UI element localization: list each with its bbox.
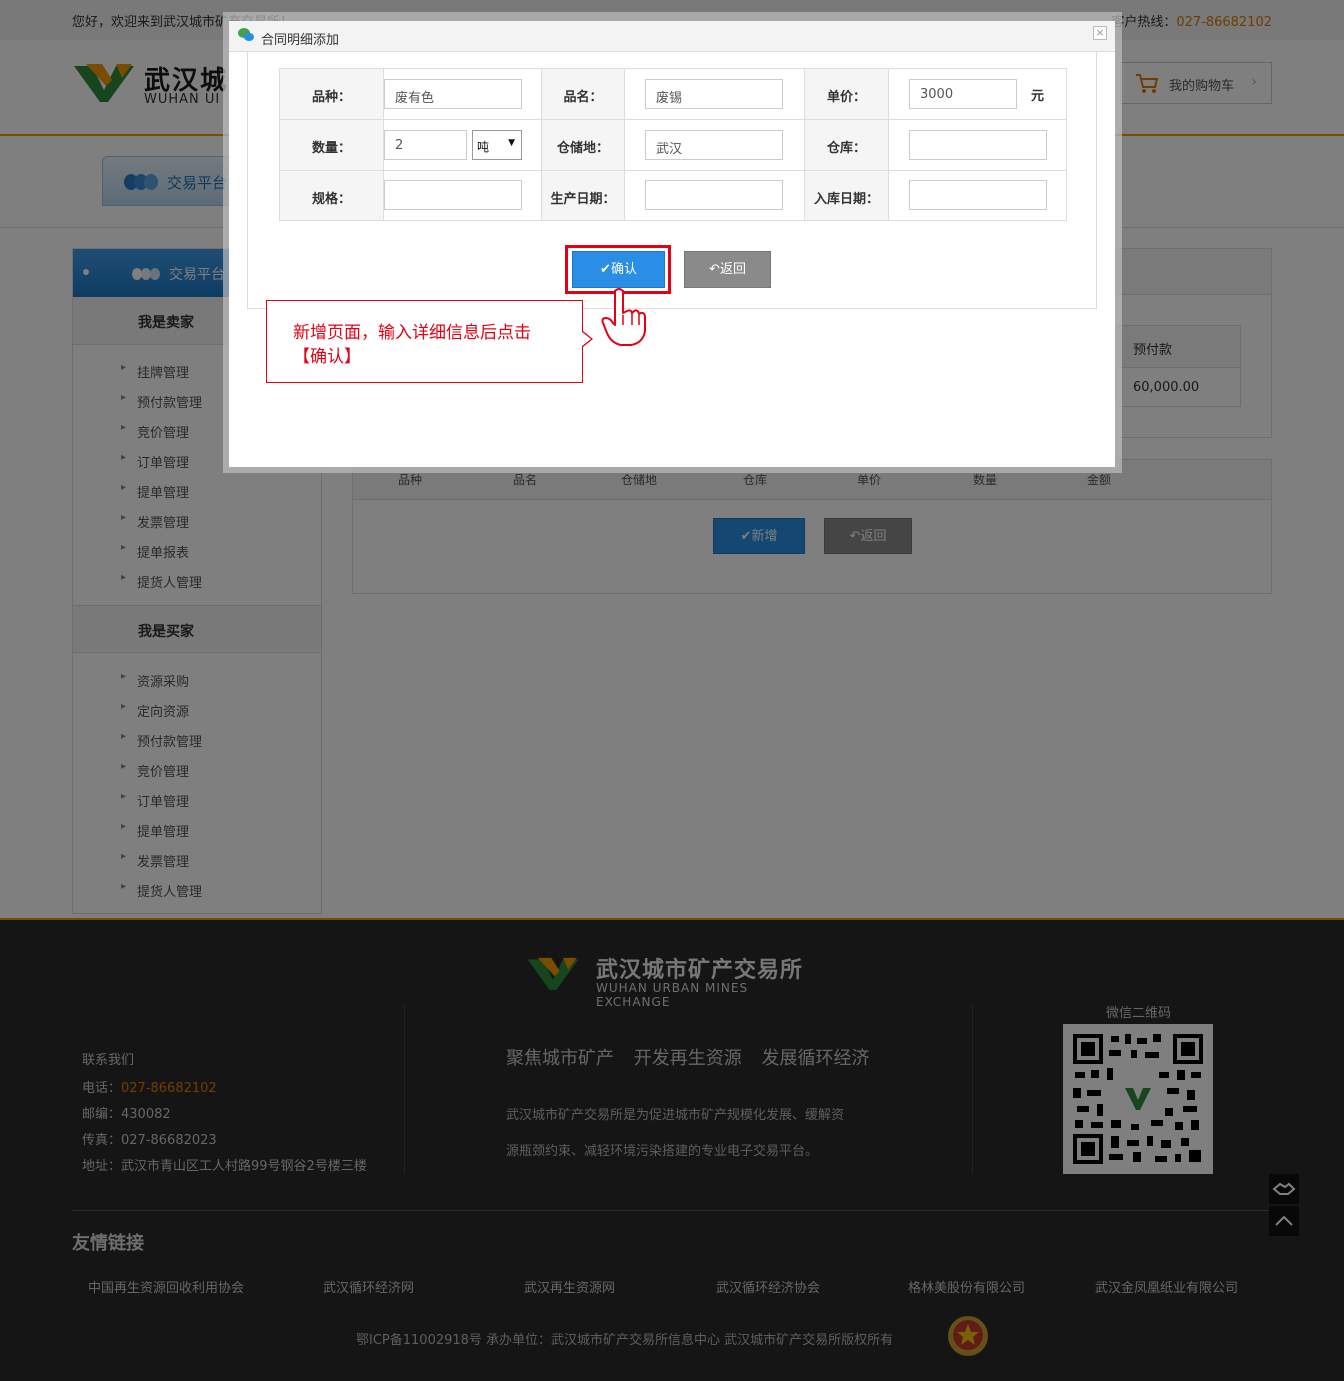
storage-place-cell: 武汉 xyxy=(625,120,805,171)
currency-unit: 元 xyxy=(1031,89,1045,104)
dialog-app-icon xyxy=(238,28,254,41)
production-date-cell xyxy=(625,171,805,220)
quantity-input[interactable]: 2 xyxy=(384,130,467,160)
warehouse-input[interactable] xyxy=(909,130,1047,160)
confirm-button[interactable]: ✔确认 xyxy=(572,251,665,288)
unit-price-cell: 3000 元 xyxy=(889,69,1066,120)
spec-label: 规格： xyxy=(280,171,384,220)
product-name-input[interactable]: 废锡 xyxy=(645,79,783,109)
unit-price-label: 单价： xyxy=(805,69,889,120)
variety-cell: 废有色 xyxy=(384,69,542,120)
unit-price-input[interactable]: 3000 xyxy=(909,79,1017,109)
close-icon[interactable]: × xyxy=(1093,26,1107,40)
quantity-cell: 2 吨 ▼ xyxy=(384,120,542,171)
dialog-title: 合同明细添加 xyxy=(261,33,340,48)
dialog-back-button-label: 返回 xyxy=(719,262,746,277)
variety-label: 品种： xyxy=(280,69,384,120)
storage-place-input[interactable]: 武汉 xyxy=(645,130,783,160)
storage-date-cell xyxy=(889,171,1066,220)
warehouse-label: 仓库： xyxy=(805,120,889,171)
storage-date-label: 入库日期： xyxy=(805,171,889,220)
unit-select[interactable]: 吨 ▼ xyxy=(472,130,522,160)
confirm-button-label: 确认 xyxy=(610,262,637,277)
spec-cell xyxy=(384,171,542,220)
dialog-back-button[interactable]: ↶返回 xyxy=(684,251,771,288)
callout-pointer-fill xyxy=(582,332,591,346)
callout-text: 新增页面，输入详细信息后点击【确认】 xyxy=(293,323,531,367)
spec-input[interactable] xyxy=(384,180,522,210)
detail-form: 品种： 废有色 品名： 废锡 单价： 3000 元 数量： 2 吨 ▼ 仓储地： … xyxy=(279,68,1067,221)
storage-place-label: 仓储地： xyxy=(542,120,625,171)
storage-date-input[interactable] xyxy=(909,180,1047,210)
product-name-cell: 废锡 xyxy=(625,69,805,120)
warehouse-cell xyxy=(889,120,1066,171)
unit-select-value: 吨 xyxy=(477,140,490,154)
product-name-label: 品名： xyxy=(542,69,625,120)
pointing-hand-icon xyxy=(601,288,646,346)
dialog-titlebar[interactable]: 合同明细添加 × xyxy=(229,21,1115,52)
production-date-input[interactable] xyxy=(645,180,783,210)
dropdown-arrow-icon: ▼ xyxy=(508,138,515,148)
production-date-label: 生产日期： xyxy=(542,171,625,220)
instruction-callout: 新增页面，输入详细信息后点击【确认】 xyxy=(266,300,593,383)
variety-input[interactable]: 废有色 xyxy=(384,79,522,109)
quantity-label: 数量： xyxy=(280,120,384,171)
contract-detail-dialog: 合同明细添加 × 品种： 废有色 品名： 废锡 单价： 3000 元 数量： 2… xyxy=(229,21,1115,467)
form-container: 品种： 废有色 品名： 废锡 单价： 3000 元 数量： 2 吨 ▼ 仓储地： … xyxy=(247,52,1097,309)
